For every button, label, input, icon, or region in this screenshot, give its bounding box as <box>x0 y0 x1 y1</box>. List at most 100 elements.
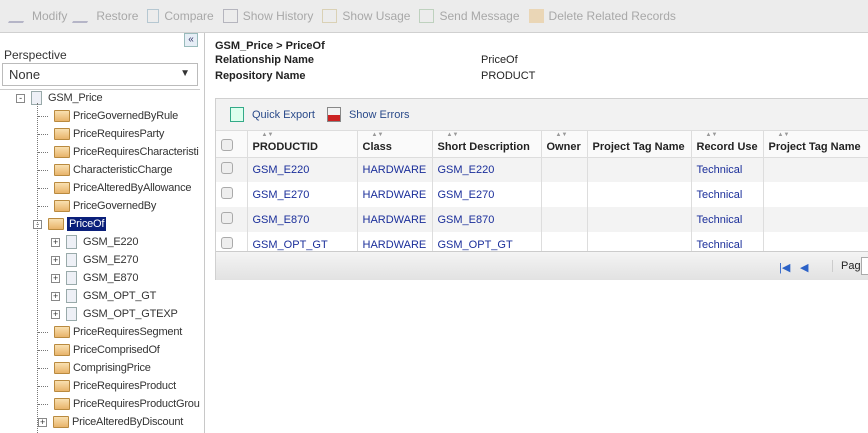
tree-node[interactable]: PriceGovernedBy <box>38 197 156 215</box>
table-cell[interactable]: GSM_E870 <box>432 207 542 232</box>
table-cell[interactable]: GSM_E270 <box>247 182 358 207</box>
column-header[interactable]: ▲▼ Class <box>357 131 433 158</box>
sort-icon: ▲▼ <box>705 132 718 138</box>
tree-node-label: GSM_E870 <box>83 272 139 284</box>
compare-button[interactable]: Compare <box>147 9 214 23</box>
tree-line <box>37 103 38 433</box>
tree-node-label: PriceRequiresProductGrou <box>73 398 200 410</box>
page-input[interactable] <box>861 257 868 275</box>
tree-connector <box>38 187 48 189</box>
repository-name-value: PRODUCT <box>481 70 536 82</box>
expand-node-icon[interactable]: + <box>51 291 60 301</box>
column-header[interactable]: ▲▼ Short Description <box>432 131 542 158</box>
tree-node[interactable]: PriceRequiresProduct <box>38 377 176 395</box>
table-cell[interactable]: Technical <box>691 182 764 207</box>
tree-node[interactable]: ComprisingPrice <box>38 359 151 377</box>
table-cell <box>763 157 868 182</box>
column-header[interactable]: ▲▼ PRODUCTID <box>247 131 358 158</box>
tree-node-child[interactable]: + GSM_E870 <box>51 269 138 287</box>
perspective-select[interactable]: None ▼ <box>2 63 198 86</box>
table-cell[interactable]: HARDWARE <box>357 207 433 232</box>
table-cell[interactable]: GSM_E220 <box>247 157 358 182</box>
row-checkbox[interactable] <box>221 212 233 224</box>
tree-node[interactable]: PriceGovernedByRule <box>38 107 178 125</box>
folder-icon <box>54 344 70 356</box>
tree-node-label: PriceGovernedByRule <box>73 110 179 122</box>
tree-connector <box>38 133 48 135</box>
quick-export-button[interactable]: Quick Export <box>252 109 315 121</box>
table-cell[interactable]: HARDWARE <box>357 157 433 182</box>
tree-node-root[interactable]: - GSM_Price <box>16 90 103 107</box>
relationship-name-label: Relationship Name <box>215 54 315 66</box>
expand-node-icon[interactable]: + <box>38 417 47 427</box>
row-checkbox[interactable] <box>221 187 233 199</box>
tree-node-label: PriceOf <box>67 217 107 231</box>
show-usage-button[interactable]: Show Usage <box>322 9 410 23</box>
table-cell[interactable]: GSM_E870 <box>247 207 358 232</box>
folder-icon <box>48 218 64 230</box>
delete-related-records-button[interactable]: Delete Related Records <box>528 9 676 23</box>
tree-node[interactable]: PriceAlteredByAllowance <box>38 179 191 197</box>
tree-node-child[interactable]: + GSM_E220 <box>51 233 138 251</box>
expand-node-icon[interactable]: + <box>51 237 60 247</box>
column-header[interactable]: ▲▼ Project Tag Name <box>763 131 868 158</box>
sort-icon: ▲▼ <box>371 132 384 138</box>
table-cell[interactable]: GSM_E270 <box>432 182 542 207</box>
table-cell[interactable]: GSM_E220 <box>432 157 542 182</box>
column-header[interactable]: ▲▼ Owner <box>541 131 588 158</box>
modify-button[interactable]: Modify <box>7 9 67 23</box>
first-page-icon[interactable]: |◀ <box>779 261 790 274</box>
expand-node-icon[interactable]: + <box>51 273 60 283</box>
show-errors-button[interactable]: Show Errors <box>349 109 410 121</box>
table-row[interactable]: GSM_E270 HARDWARE GSM_E270 Technical <box>216 182 868 207</box>
send-message-button[interactable]: Send Message <box>419 9 520 23</box>
table-cell <box>763 182 868 207</box>
table-cell[interactable]: Technical <box>691 157 764 182</box>
tree-node-child[interactable]: + GSM_E270 <box>51 251 138 269</box>
message-icon <box>419 9 435 23</box>
tree-node-label: CharacteristicCharge <box>73 164 173 176</box>
tree-node[interactable]: PriceRequiresCharacteristi <box>38 143 199 161</box>
delete-records-icon <box>528 9 544 23</box>
restore-button[interactable]: Restore <box>72 9 138 23</box>
table-cell <box>587 157 692 182</box>
column-header-label: Class <box>362 140 392 153</box>
table-cell[interactable]: HARDWARE <box>357 182 433 207</box>
table-row[interactable]: GSM_E220 HARDWARE GSM_E220 Technical <box>216 157 868 182</box>
table-row[interactable]: GSM_E870 HARDWARE GSM_E870 Technical <box>216 207 868 232</box>
tree-node-child[interactable]: + GSM_OPT_GT <box>51 287 156 305</box>
dropdown-arrow-icon: ▼ <box>180 68 190 79</box>
column-header[interactable]: ▲▼ Record Use <box>691 131 764 158</box>
expand-node-icon[interactable]: + <box>51 309 60 319</box>
column-header[interactable]: Project Tag Name <box>587 131 692 158</box>
tree-node-label: GSM_E220 <box>83 236 139 248</box>
tree-node[interactable]: PriceComprisedOf <box>38 341 160 359</box>
show-history-button[interactable]: Show History <box>222 9 313 23</box>
tree-node[interactable]: PriceRequiresProductGrou <box>38 395 200 413</box>
table-cell[interactable]: Technical <box>691 207 764 232</box>
row-checkbox[interactable] <box>221 237 233 249</box>
row-checkbox[interactable] <box>221 162 233 175</box>
select-all-checkbox[interactable] <box>221 139 233 152</box>
tree-node-selected[interactable]: - PriceOf <box>33 215 107 233</box>
tree-node[interactable]: + PriceAlteredByDiscount <box>38 413 183 431</box>
expand-node-icon[interactable]: + <box>51 255 60 265</box>
tree-node-child[interactable]: + GSM_OPT_GTEXP <box>51 305 178 323</box>
collapse-node-icon[interactable]: - <box>16 93 25 103</box>
tree-node[interactable]: CharacteristicCharge <box>38 161 173 179</box>
tree-node[interactable]: PriceRequiresParty <box>38 125 164 143</box>
folder-icon <box>54 182 70 194</box>
tree-connector <box>38 349 48 351</box>
relationship-name-value: PriceOf <box>481 54 518 66</box>
sort-icon: ▲▼ <box>777 132 790 138</box>
collapse-panel-button[interactable]: « <box>184 33 198 47</box>
table-cell <box>541 157 588 182</box>
tree-connector <box>38 331 48 333</box>
tree-node-label: PriceGovernedBy <box>73 200 157 212</box>
usage-icon <box>322 9 338 23</box>
pencil-icon <box>7 9 32 23</box>
prev-page-icon[interactable]: ◀ <box>800 261 808 274</box>
records-grid: Quick Export Show Errors ▲▼ PRODUCTID ▲▼ Cl… <box>215 98 868 280</box>
tree: - GSM_Price PriceGovernedByRule PriceRequir… <box>0 89 200 433</box>
tree-node[interactable]: PriceRequiresSegment <box>38 323 182 341</box>
